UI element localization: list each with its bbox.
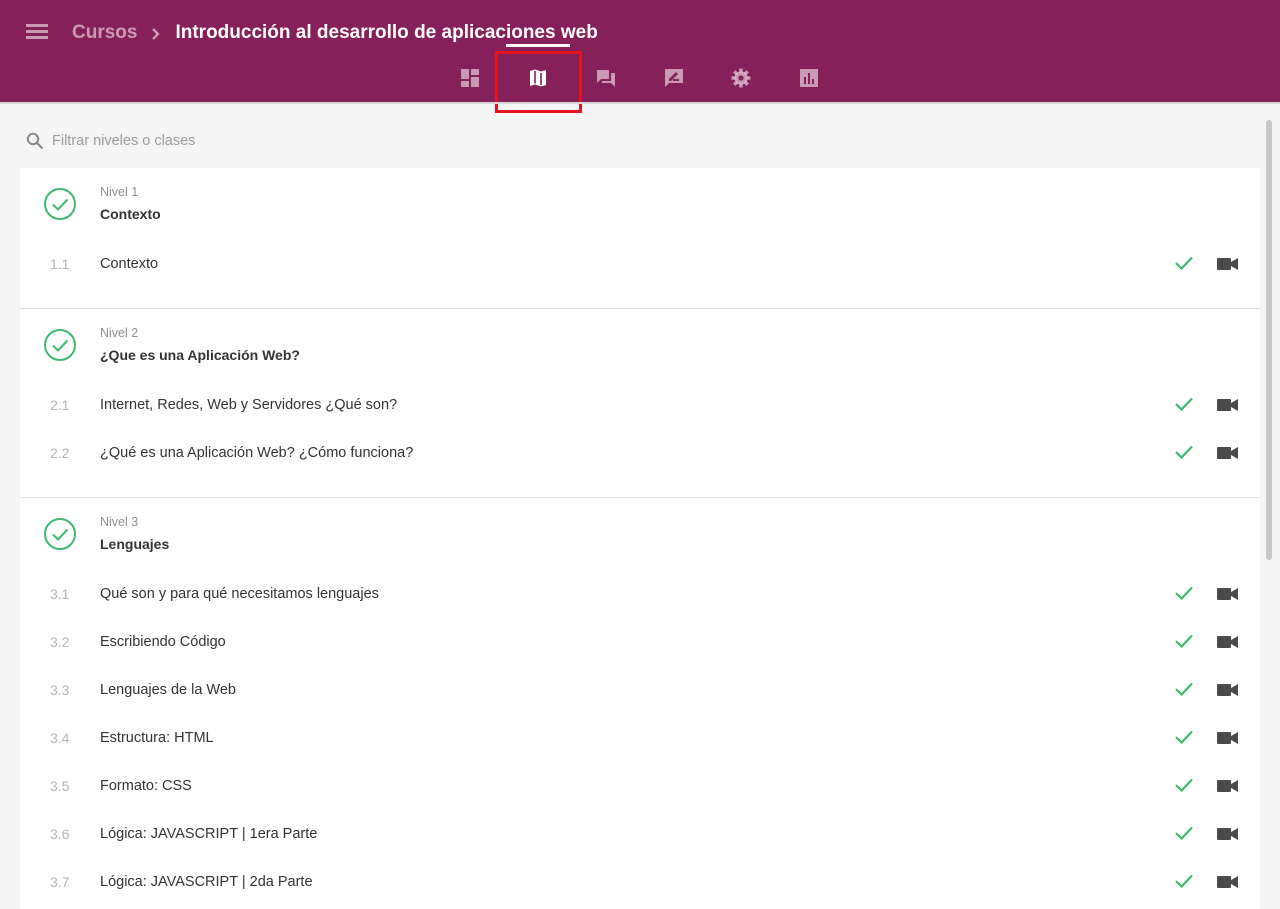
lesson-title: ¿Qué es una Aplicación Web? ¿Cómo funcio… <box>100 445 414 461</box>
lesson-completed-check-icon <box>1174 633 1194 649</box>
level-section: Nivel 3 Lenguajes 3.1 Qué son y para qué ne… <box>20 498 1260 909</box>
video-camera-icon <box>1217 635 1239 649</box>
rate-review-icon <box>665 69 683 87</box>
search-icon <box>26 132 44 150</box>
lesson-item[interactable]: 3.6 Lógica: JAVASCRIPT | 1era Parte <box>20 810 1260 858</box>
lesson-title: Estructura: HTML <box>100 730 214 746</box>
lesson-item[interactable]: 2.1 Internet, Redes, Web y Servidores ¿Qu… <box>20 381 1260 429</box>
lesson-list: 2.1 Internet, Redes, Web y Servidores ¿Qu… <box>20 381 1260 497</box>
video-camera-icon <box>1217 731 1239 745</box>
lesson-list: 1.1 Contexto <box>20 240 1260 308</box>
lesson-completed-check-icon <box>1174 681 1194 697</box>
lesson-number: 3.5 <box>50 778 70 794</box>
level-section: Nivel 1 Contexto 1.1 Contexto <box>20 168 1260 309</box>
lesson-title: Lógica: JAVASCRIPT | 2da Parte <box>100 874 313 890</box>
lesson-list: 3.1 Qué son y para qué necesitamos lengua… <box>20 570 1260 909</box>
search-input[interactable] <box>52 133 412 149</box>
scrollbar[interactable] <box>1266 120 1272 909</box>
level-number: Nivel 1 <box>100 185 139 199</box>
divider <box>0 102 1280 104</box>
lesson-item[interactable]: 3.7 Lógica: JAVASCRIPT | 2da Parte <box>20 858 1260 906</box>
lesson-number: 3.3 <box>50 682 70 698</box>
video-camera-icon <box>1217 446 1239 460</box>
lesson-title: Contexto <box>100 256 159 272</box>
level-header[interactable]: Nivel 3 Lenguajes <box>20 498 1260 570</box>
lesson-number: 3.4 <box>50 730 70 746</box>
tab-forum[interactable] <box>578 54 634 102</box>
level-title: Contexto <box>100 206 161 222</box>
tab-map[interactable] <box>510 54 566 102</box>
lesson-item[interactable]: 3.3 Lenguajes de la Web <box>20 666 1260 714</box>
tab-settings[interactable] <box>713 54 769 102</box>
map-icon <box>530 69 546 87</box>
course-tabs <box>0 54 1280 102</box>
course-title: Introducción al desarrollo de aplicacion… <box>175 22 598 43</box>
top-app-bar: Cursos Introducción al desarrollo de apl… <box>0 0 1280 102</box>
lesson-completed-check-icon <box>1174 444 1194 460</box>
tab-reports[interactable] <box>781 54 837 102</box>
lesson-completed-check-icon <box>1174 729 1194 745</box>
lesson-number: 3.2 <box>50 634 70 650</box>
video-camera-icon <box>1217 587 1239 601</box>
settings-gear-icon <box>731 68 751 88</box>
lesson-title: Formato: CSS <box>100 778 192 794</box>
video-camera-icon <box>1217 398 1239 412</box>
lesson-item[interactable]: 1.1 Contexto <box>20 240 1260 288</box>
lesson-title: Escribiendo Código <box>100 634 226 650</box>
level-number: Nivel 3 <box>100 515 139 529</box>
level-number: Nivel 2 <box>100 326 139 340</box>
scrollbar-thumb[interactable] <box>1266 120 1272 560</box>
lesson-number: 1.1 <box>50 256 70 272</box>
forum-icon <box>597 70 615 87</box>
video-camera-icon <box>1217 827 1239 841</box>
lesson-completed-check-icon <box>1174 873 1194 889</box>
video-camera-icon <box>1217 875 1239 889</box>
lesson-completed-check-icon <box>1174 777 1194 793</box>
lesson-number: 3.7 <box>50 874 70 890</box>
tab-reviews[interactable] <box>646 54 702 102</box>
lesson-item[interactable]: 3.1 Qué son y para qué necesitamos lengua… <box>20 570 1260 618</box>
level-header[interactable]: Nivel 1 Contexto <box>20 168 1260 240</box>
video-camera-icon <box>1217 257 1239 271</box>
course-levels-list: Nivel 1 Contexto 1.1 Contexto Nivel 2 ¿Que es… <box>20 168 1260 909</box>
lesson-title: Lenguajes de la Web <box>100 682 236 698</box>
lesson-completed-check-icon <box>1174 585 1194 601</box>
level-complete-check-circle-icon <box>44 329 76 361</box>
level-title: ¿Que es una Aplicación Web? <box>100 347 300 363</box>
lesson-item[interactable]: 2.2 ¿Qué es una Aplicación Web? ¿Cómo fun… <box>20 429 1260 477</box>
lesson-number: 3.1 <box>50 586 70 602</box>
lesson-completed-check-icon <box>1174 255 1194 271</box>
lesson-completed-check-icon <box>1174 825 1194 841</box>
lesson-title: Qué son y para qué necesitamos lenguajes <box>100 586 379 602</box>
lesson-item[interactable]: 3.2 Escribiendo Código <box>20 618 1260 666</box>
tab-dashboard[interactable] <box>442 54 498 102</box>
video-camera-icon <box>1217 779 1239 793</box>
lesson-item[interactable]: 3.4 Estructura: HTML <box>20 714 1260 762</box>
lesson-completed-check-icon <box>1174 396 1194 412</box>
lesson-number: 2.2 <box>50 445 70 461</box>
lesson-title: Internet, Redes, Web y Servidores ¿Qué s… <box>100 397 398 413</box>
hamburger-menu-icon[interactable] <box>26 24 48 40</box>
level-complete-check-circle-icon <box>44 188 76 220</box>
level-header[interactable]: Nivel 2 ¿Que es una Aplicación Web? <box>20 309 1260 381</box>
active-tab-indicator <box>506 44 570 47</box>
chevron-right-icon <box>151 28 161 40</box>
assessment-chart-icon <box>800 69 818 87</box>
breadcrumb: Cursos Introducción al desarrollo de apl… <box>72 20 598 46</box>
level-title: Lenguajes <box>100 536 170 552</box>
level-section: Nivel 2 ¿Que es una Aplicación Web? 2.1 Int… <box>20 309 1260 498</box>
lesson-number: 3.6 <box>50 826 70 842</box>
lesson-title: Lógica: JAVASCRIPT | 1era Parte <box>100 826 318 842</box>
dashboard-icon <box>461 69 479 87</box>
level-complete-check-circle-icon <box>44 518 76 550</box>
lesson-item[interactable]: 3.5 Formato: CSS <box>20 762 1260 810</box>
search-bar <box>26 129 426 153</box>
video-camera-icon <box>1217 683 1239 697</box>
breadcrumb-cursos-link[interactable]: Cursos <box>72 22 137 44</box>
lesson-number: 2.1 <box>50 397 70 413</box>
